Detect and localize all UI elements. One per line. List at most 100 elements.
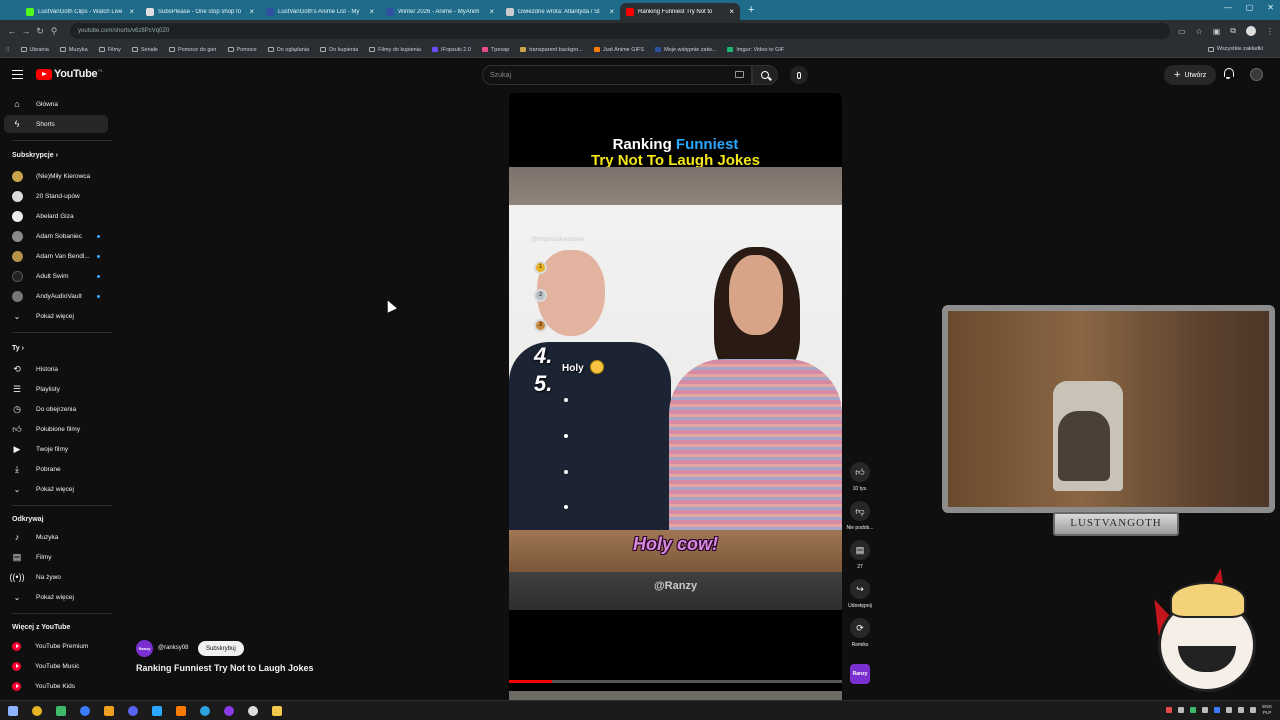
subscribe-button[interactable]: Subskrybuj (198, 641, 244, 656)
show-more-subscriptions[interactable]: ⌄ Pokaż więcej (4, 307, 108, 325)
sidebar-subscription[interactable]: AndyAudioVault (4, 287, 108, 305)
network-icon[interactable] (1238, 707, 1245, 713)
hamburger-menu-icon[interactable] (12, 70, 23, 79)
tray-icon[interactable] (1214, 707, 1221, 713)
cast-icon[interactable]: ▭ (1178, 27, 1186, 36)
discord-icon[interactable] (128, 705, 138, 716)
sidebar-subscription[interactable]: Abelard Giza (4, 207, 108, 225)
apps-icon[interactable]: ⁝⁝ (6, 47, 10, 53)
sidebar-subscription[interactable]: Adult Swim (4, 267, 108, 285)
sidebar-item-playlists[interactable]: ☰ Playlisty (4, 380, 108, 398)
browser-tab[interactable]: LustVanGoth's Anime List - My × (260, 3, 380, 20)
browser-tab[interactable]: SubsPlease - One stop shop fo × (140, 3, 260, 20)
bookmark-item[interactable]: Pomoce (227, 47, 257, 53)
youtube-logo[interactable]: YouTube PL (36, 68, 103, 80)
sidebar-subscription[interactable]: (Nie)Miły Kierowca (4, 167, 108, 185)
bookmark-item[interactable]: Ubrania (20, 47, 49, 53)
like-button[interactable]: 👍︎ 10 tys. (843, 462, 877, 492)
menu-icon[interactable]: ⋮ (1266, 27, 1274, 36)
you-header[interactable]: Ty › (12, 345, 24, 352)
bookmark-item[interactable]: Filmy (98, 47, 121, 53)
close-icon[interactable]: × (729, 7, 734, 16)
maximize-icon[interactable]: ▢ (1246, 3, 1254, 12)
profile-avatar[interactable] (1246, 26, 1256, 36)
next-short-preview[interactable] (509, 691, 842, 700)
keyboard-icon[interactable] (735, 71, 744, 78)
sidebar-item-watch-later[interactable]: ◷ Do obejrzenia (4, 400, 108, 418)
share-button[interactable]: ↪ Udostępnij (843, 579, 877, 609)
create-button[interactable]: + Utwórz (1164, 65, 1217, 85)
tray-icon[interactable] (1166, 707, 1173, 713)
browser-tab[interactable]: Winter 2026 - Anime - MyAnim × (380, 3, 500, 20)
start-icon[interactable] (8, 705, 18, 716)
sidebar-item-youtube-kids[interactable]: YouTube Kids (4, 677, 108, 695)
bookmark-item[interactable]: IFopsuki 2.0 (431, 47, 471, 53)
browser-tab[interactable]: LustVanGoth Clips - Watch Live × (20, 3, 140, 20)
dislike-button[interactable]: 👎︎ Nie podob... (843, 501, 877, 531)
voice-search-button[interactable] (790, 66, 808, 84)
sidebar-subscription[interactable]: 20 Stand-upów (4, 187, 108, 205)
bookmark-item[interactable]: Muzyka (59, 47, 88, 53)
all-bookmarks[interactable]: Wszystkie zakładki (1207, 46, 1263, 52)
back-icon[interactable]: ← (6, 26, 18, 36)
address-bar[interactable]: youtube.com/shorts/v6z8PcVq0Z0 (70, 23, 1170, 39)
puzzle-icon[interactable]: ⧉ (1230, 26, 1236, 36)
telegram-icon[interactable] (200, 705, 210, 716)
site-info-icon[interactable]: ⚲ (48, 26, 60, 37)
subscriptions-header[interactable]: Subskrypcje › (12, 152, 58, 159)
bookmark-item[interactable]: Filmy do kupienia (369, 47, 421, 53)
vlc-icon[interactable] (176, 705, 186, 716)
channel-handle[interactable]: @ranksy08 (158, 645, 188, 651)
show-more-you[interactable]: ⌄ Pokaż więcej (4, 480, 108, 498)
channel-avatar[interactable]: Ranzy (136, 640, 153, 657)
close-window-icon[interactable]: ✕ (1267, 3, 1274, 12)
sidebar-item-live[interactable]: ((•)) Na żywo (4, 568, 108, 586)
tray-icon[interactable] (1202, 707, 1209, 713)
app-orange-icon[interactable] (104, 705, 114, 716)
volume-icon[interactable] (1250, 707, 1257, 713)
browser-tab-active[interactable]: Ranking Funniest Try Not to × (620, 3, 740, 20)
sidebar-subscription[interactable]: Adam Sobaniec (4, 227, 108, 245)
comments-button[interactable]: ▤ 27 (843, 540, 877, 570)
notifications-bell-icon[interactable] (1223, 68, 1234, 79)
minimize-icon[interactable]: — (1224, 3, 1232, 12)
close-icon[interactable]: × (129, 7, 134, 16)
close-icon[interactable]: × (369, 7, 374, 16)
browser-tab[interactable]: Gwiezdne wrota: Atlantyda / St × (500, 3, 620, 20)
sidebar-item-history[interactable]: ⟲ Historia (4, 360, 108, 378)
search-input[interactable]: Szukaj (482, 65, 752, 85)
account-avatar[interactable] (1250, 68, 1263, 81)
extension-icon[interactable]: ▣ (1213, 27, 1221, 36)
sidebar-item-films[interactable]: ▤ Filmy (4, 548, 108, 566)
close-icon[interactable]: × (249, 7, 254, 16)
sidebar-item-your-videos[interactable]: ▶ Twoje filmy (4, 440, 108, 458)
sidebar-item-youtube-premium[interactable]: YouTube Premium (4, 637, 108, 655)
sidebar-item-youtube-music[interactable]: YouTube Music (4, 657, 108, 675)
bookmark-item[interactable]: Pomoce do gier (168, 47, 217, 53)
sidebar-item-home[interactable]: ⌂ Główna (4, 95, 108, 113)
tray-icon[interactable] (1226, 707, 1233, 713)
video-progress-bar[interactable] (509, 680, 842, 683)
chrome-icon[interactable] (32, 705, 42, 716)
remix-button[interactable]: ⟳ Remiks (843, 618, 877, 648)
file-explorer-icon[interactable] (272, 705, 282, 716)
bookmark-item[interactable]: Tpexap (481, 47, 509, 53)
app-purple-icon[interactable] (224, 705, 234, 716)
bookmark-item[interactable]: Seriale (131, 47, 158, 53)
video-title[interactable]: Ranking Funniest Try Not to Laugh Jokes (136, 663, 314, 673)
bookmark-item[interactable]: Just Anime GIFS (593, 47, 644, 53)
channel-avatar-button[interactable]: Ranzy (843, 664, 877, 684)
app-green-icon[interactable] (56, 705, 66, 716)
sidebar-item-shorts[interactable]: ϟ Shorts (4, 115, 108, 133)
app-blue-icon[interactable] (80, 705, 90, 716)
sidebar-item-music[interactable]: ♪ Muzyka (4, 528, 108, 546)
bookmark-star-icon[interactable]: ☆ (1196, 27, 1203, 36)
shorts-video-player[interactable]: Ranking Funniest Try Not To Laugh Jokes … (509, 93, 842, 700)
reload-icon[interactable]: ↻ (34, 26, 46, 37)
search-button[interactable] (752, 65, 778, 85)
show-more-explore[interactable]: ⌄ Pokaż więcej (4, 588, 108, 606)
sidebar-item-downloads[interactable]: ⤓ Pobrane (4, 460, 108, 478)
app-cyan-icon[interactable] (152, 705, 162, 716)
bookmark-item[interactable]: transparent backgro... (520, 47, 583, 53)
language-indicator[interactable]: ENG PLP (1262, 704, 1272, 716)
